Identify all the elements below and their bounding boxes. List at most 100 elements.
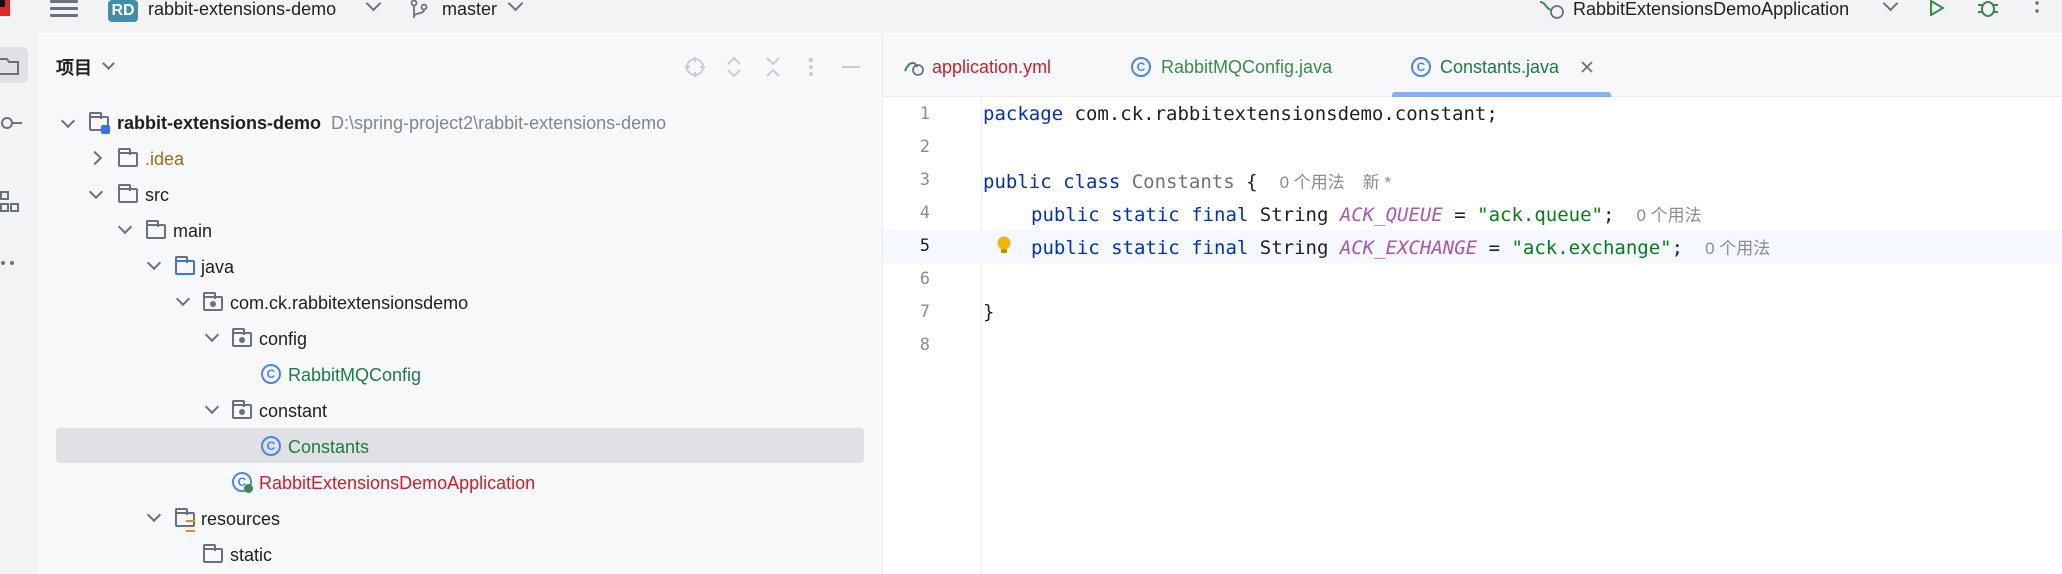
tree-selection-highlight xyxy=(56,428,864,463)
code-line-7[interactable]: } xyxy=(983,300,994,324)
line-number: 3 xyxy=(919,170,930,190)
class-icon: C xyxy=(261,364,281,384)
tree-item-constant[interactable]: constant xyxy=(259,396,327,426)
tree-item-package[interactable]: com.ck.rabbitextensionsdemo xyxy=(230,288,468,318)
folder-icon xyxy=(118,184,138,203)
code-line-5[interactable]: public static final String ACK_EXCHANGE … xyxy=(1031,234,1770,260)
package-icon xyxy=(203,292,223,311)
keyword: public class xyxy=(983,171,1121,193)
operator: = xyxy=(1477,237,1512,259)
code-line-3[interactable]: public class Constants {0 个用法新 * xyxy=(983,168,1391,194)
operator: = xyxy=(1442,204,1478,226)
bulb-icon[interactable] xyxy=(996,236,1012,254)
app-logo-mark xyxy=(0,0,5,7)
usage-hint[interactable]: 0 个用法 xyxy=(1636,206,1701,225)
class-icon: C xyxy=(1131,57,1151,77)
run-icon[interactable] xyxy=(1928,0,1946,16)
locate-icon[interactable] xyxy=(684,56,706,78)
debug-icon[interactable] xyxy=(1977,0,1999,18)
tree-item-constants[interactable]: Constants xyxy=(288,432,369,462)
source-folder-icon xyxy=(175,256,195,275)
options-icon[interactable] xyxy=(808,56,814,78)
line-number: 8 xyxy=(919,335,930,355)
panel-title[interactable]: 项目 xyxy=(56,54,92,80)
hamburger-icon[interactable] xyxy=(50,0,78,17)
constant-name: ACK_EXCHANGE xyxy=(1339,237,1478,259)
class-icon: C xyxy=(1411,57,1431,77)
expand-icon[interactable] xyxy=(726,56,742,78)
branch-icon xyxy=(410,0,428,18)
class-name: Constants xyxy=(1120,171,1235,193)
tree-item-idea[interactable]: .idea xyxy=(145,144,184,174)
tree-item-main[interactable]: main xyxy=(173,216,212,246)
code-line-4[interactable]: public static final String ACK_QUEUE = "… xyxy=(1031,201,1702,227)
tree-item-application[interactable]: RabbitExtensionsDemoApplication xyxy=(259,468,535,498)
chevron-down-icon[interactable] xyxy=(507,0,524,12)
line-number: 2 xyxy=(919,137,930,157)
chevron-down-icon[interactable] xyxy=(1882,0,1899,12)
line-number: 4 xyxy=(919,203,930,223)
hide-icon[interactable] xyxy=(842,66,860,68)
title-bar: RD rabbit-extensions-demo master RabbitE… xyxy=(0,0,2062,33)
tree-item-root[interactable]: rabbit-extensions-demo D:\spring-project… xyxy=(117,108,666,138)
line-number: 7 xyxy=(919,302,930,322)
line-number: 5 xyxy=(919,236,930,256)
keyword: public static final xyxy=(1031,204,1249,226)
module-mark-icon xyxy=(101,125,110,134)
editor-gutter xyxy=(883,98,982,574)
branch-switcher[interactable]: master xyxy=(442,0,497,18)
class-icon: C xyxy=(261,436,281,456)
close-icon[interactable] xyxy=(1580,60,1594,74)
more-icon[interactable] xyxy=(2034,0,2040,18)
more-tools-icon[interactable] xyxy=(0,259,20,267)
usage-hint[interactable]: 0 个用法 xyxy=(1280,173,1345,192)
chevron-down-icon[interactable] xyxy=(365,0,382,12)
usage-hint[interactable]: 0 个用法 xyxy=(1705,239,1770,258)
collapse-icon[interactable] xyxy=(765,56,781,78)
tree-item-static[interactable]: static xyxy=(230,540,272,570)
resources-mark-icon xyxy=(186,520,195,532)
package-icon xyxy=(232,400,252,419)
tree-item-label: rabbit-extensions-demo xyxy=(117,112,322,133)
spring-leaf-icon xyxy=(244,484,253,493)
code-line-1[interactable]: package com.ck.rabbitextensionsdemo.cons… xyxy=(983,102,1498,126)
folder-icon xyxy=(203,544,223,563)
tab-application-yml[interactable]: application.yml xyxy=(932,55,1051,79)
line-number: 1 xyxy=(919,104,930,124)
structure-icon[interactable] xyxy=(0,191,20,215)
tool-window-strip xyxy=(0,33,37,574)
constant-name: ACK_QUEUE xyxy=(1339,204,1443,226)
tab-label: application.yml xyxy=(932,57,1052,77)
package-icon xyxy=(232,328,252,347)
tree-item-path: D:\spring-project2\rabbit-extensions-dem… xyxy=(331,112,667,133)
project-badge[interactable]: RD xyxy=(108,0,138,22)
brace: { xyxy=(1234,171,1258,193)
project-switcher[interactable]: rabbit-extensions-demo xyxy=(148,0,336,18)
tree-item-config[interactable]: config xyxy=(259,324,307,354)
semicolon: ; xyxy=(1602,204,1615,226)
keyword: public static final xyxy=(1031,237,1249,259)
tree-item-resources[interactable]: resources xyxy=(201,504,280,534)
author-hint[interactable]: 新 * xyxy=(1363,173,1391,192)
tab-rabbitmqconfig[interactable]: RabbitMQConfig.java xyxy=(1161,55,1332,79)
tab-label: RabbitMQConfig.java xyxy=(1161,57,1333,77)
active-tab-indicator xyxy=(1392,92,1611,97)
tab-constants[interactable]: Constants.java xyxy=(1440,55,1559,79)
commit-icon[interactable] xyxy=(0,116,22,130)
run-config-icon xyxy=(1539,1,1564,19)
type-name: String xyxy=(1248,237,1340,259)
tree-item-rabbitmqconfig[interactable]: RabbitMQConfig xyxy=(288,360,421,390)
string-literal: "ack.exchange" xyxy=(1511,237,1672,259)
tree-item-src[interactable]: src xyxy=(145,180,169,210)
string-literal: "ack.queue" xyxy=(1477,204,1603,226)
project-icon[interactable] xyxy=(0,55,20,77)
package-name: com.ck.rabbitextensionsdemo.constant; xyxy=(1063,103,1498,125)
type-name: String xyxy=(1248,204,1340,226)
tree-item-java[interactable]: java xyxy=(201,252,234,282)
brace: } xyxy=(983,301,995,323)
keyword: package xyxy=(983,103,1064,125)
semicolon: ; xyxy=(1671,237,1684,259)
folder-icon xyxy=(146,220,166,239)
run-config-selector[interactable]: RabbitExtensionsDemoApplication xyxy=(1573,0,1849,18)
line-number: 6 xyxy=(919,269,930,289)
